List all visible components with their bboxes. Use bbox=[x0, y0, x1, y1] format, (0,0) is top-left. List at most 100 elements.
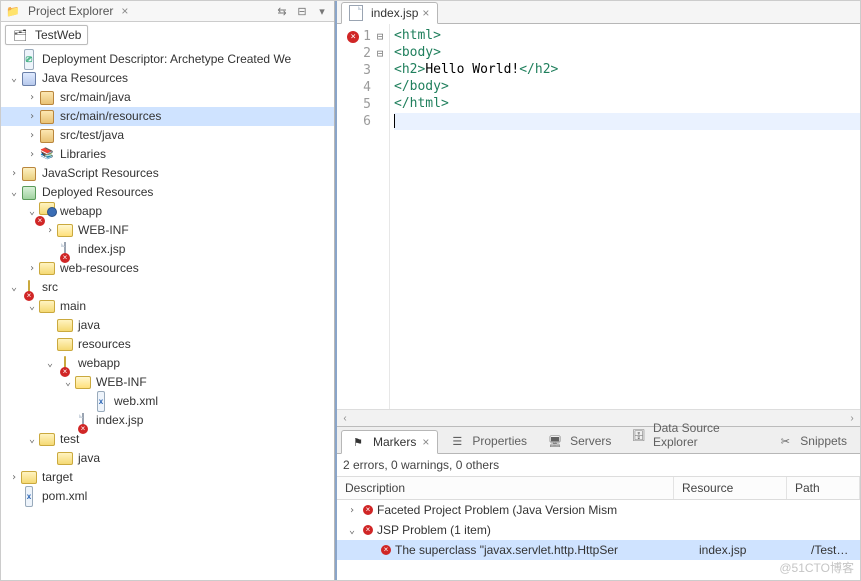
tree-node[interactable]: xpom.xml bbox=[1, 487, 334, 506]
tree-node[interactable]: ›target bbox=[1, 468, 334, 487]
node-label: webapp bbox=[76, 354, 122, 373]
node-icon bbox=[57, 337, 73, 353]
close-icon[interactable]: × bbox=[422, 6, 429, 20]
tree-node[interactable]: ⌄main bbox=[1, 297, 334, 316]
node-label: Java Resources bbox=[40, 69, 130, 88]
view-menu-icon[interactable]: ▾ bbox=[314, 3, 330, 19]
code-line[interactable]: </html> bbox=[394, 96, 860, 113]
panel-tab-properties[interactable]: ☰ Properties bbox=[440, 429, 536, 453]
expand-icon[interactable]: › bbox=[7, 164, 21, 183]
fold-icon[interactable]: ⊟ bbox=[375, 47, 385, 60]
tree-node[interactable]: resources bbox=[1, 335, 334, 354]
project-tree[interactable]: ⎚Deployment Descriptor: Archetype Create… bbox=[1, 48, 334, 580]
node-icon: 📚 bbox=[39, 147, 55, 163]
scroll-left-icon[interactable]: ‹ bbox=[337, 410, 353, 426]
code-line[interactable]: <html> bbox=[394, 28, 860, 45]
tree-node[interactable]: ⌄×src bbox=[1, 278, 334, 297]
expand-icon[interactable]: ⌄ bbox=[43, 354, 57, 373]
panel-tab-markers[interactable]: ⚑Markers× bbox=[341, 430, 438, 454]
tab-icon: ⚑ bbox=[350, 434, 366, 450]
expand-icon[interactable]: ⌄ bbox=[7, 69, 21, 88]
ide-root: 📁 Project Explorer × ⇆ ⊟ ▾ 🗂 TestWeb ⎚De… bbox=[0, 0, 861, 581]
fold-icon[interactable]: ⊟ bbox=[375, 30, 385, 43]
expand-icon[interactable]: ⌄ bbox=[25, 430, 39, 449]
markers-header-row: Description Resource Path bbox=[337, 477, 860, 500]
jsp-file-icon bbox=[348, 5, 364, 21]
code-line[interactable]: </body> bbox=[394, 79, 860, 96]
node-label: WEB-INF bbox=[76, 221, 131, 240]
problems-panel: ⚑Markers×☰Properties🖥Servers🗄Data Source… bbox=[337, 427, 860, 580]
close-icon[interactable]: × bbox=[121, 4, 128, 18]
expand-icon[interactable]: ⌄ bbox=[345, 525, 359, 536]
error-icon: × bbox=[381, 545, 391, 555]
node-label: src/main/java bbox=[58, 88, 133, 107]
marker-row[interactable]: ›×Faceted Project Problem (Java Version … bbox=[337, 500, 860, 520]
explorer-header: 📁 Project Explorer × ⇆ ⊟ ▾ bbox=[1, 1, 334, 22]
project-tab[interactable]: 🗂 TestWeb bbox=[5, 25, 88, 45]
tree-node[interactable]: ×index.jsp bbox=[1, 411, 334, 430]
expand-icon[interactable]: ⌄ bbox=[7, 278, 21, 297]
marker-row[interactable]: ⌄×JSP Problem (1 item) bbox=[337, 520, 860, 540]
error-marker-icon[interactable]: × bbox=[347, 31, 359, 43]
col-resource[interactable]: Resource bbox=[674, 477, 787, 499]
code-line[interactable]: <h2>Hello World!</h2> bbox=[394, 62, 860, 79]
expand-icon[interactable]: › bbox=[25, 88, 39, 107]
expand-icon[interactable]: ⌄ bbox=[7, 183, 21, 202]
code-line[interactable] bbox=[394, 113, 860, 130]
tree-node[interactable]: ⎚Deployment Descriptor: Archetype Create… bbox=[1, 50, 334, 69]
node-label: index.jsp bbox=[76, 240, 127, 259]
expand-icon[interactable]: › bbox=[7, 468, 21, 487]
tree-node[interactable]: xweb.xml bbox=[1, 392, 334, 411]
tree-node[interactable]: ⌄Deployed Resources bbox=[1, 183, 334, 202]
tree-node[interactable]: ›web-resources bbox=[1, 259, 334, 278]
tree-node[interactable]: › WEB-INF bbox=[1, 221, 334, 240]
code-line[interactable]: <body> bbox=[394, 45, 860, 62]
tree-node[interactable]: ⌄ Java Resources bbox=[1, 69, 334, 88]
panel-tabstrip: ⚑Markers×☰Properties🖥Servers🗄Data Source… bbox=[337, 427, 860, 454]
col-path[interactable]: Path bbox=[787, 477, 860, 499]
scroll-right-icon[interactable]: › bbox=[844, 410, 860, 426]
expand-icon[interactable]: › bbox=[345, 505, 359, 516]
line-number: 3 bbox=[363, 63, 371, 78]
tree-node[interactable]: ×index.jsp bbox=[1, 240, 334, 259]
node-icon bbox=[21, 166, 37, 182]
panel-tab-servers[interactable]: 🖥Servers bbox=[538, 429, 620, 453]
link-with-editor-icon[interactable]: ⇆ bbox=[274, 3, 290, 19]
node-icon bbox=[21, 470, 37, 486]
tree-node[interactable]: ›📚Libraries bbox=[1, 145, 334, 164]
expand-icon[interactable]: › bbox=[25, 259, 39, 278]
project-icon: 🗂 bbox=[12, 27, 28, 43]
tree-node[interactable]: ⌄×webapp bbox=[1, 202, 334, 221]
tab-label: Properties bbox=[472, 434, 527, 448]
tree-node[interactable]: ⌄test bbox=[1, 430, 334, 449]
expand-icon[interactable]: › bbox=[43, 221, 57, 240]
tree-node[interactable]: java bbox=[1, 316, 334, 335]
line-number: 5 bbox=[363, 97, 371, 112]
collapse-all-icon[interactable]: ⊟ bbox=[294, 3, 310, 19]
expand-icon[interactable]: › bbox=[25, 107, 39, 126]
node-icon bbox=[39, 261, 55, 277]
tree-node[interactable]: ›src/main/resources bbox=[1, 107, 334, 126]
marker-row[interactable]: ×The superclass "javax.servlet.http.Http… bbox=[337, 540, 860, 560]
tree-node[interactable]: java bbox=[1, 449, 334, 468]
code-editor[interactable]: ×1⊟2⊟3456 <html><body><h2>Hello World!</… bbox=[337, 24, 860, 409]
editor-tab[interactable]: index.jsp × bbox=[341, 2, 438, 24]
node-icon bbox=[21, 71, 37, 87]
close-icon[interactable]: × bbox=[422, 435, 429, 449]
col-description[interactable]: Description bbox=[337, 477, 674, 499]
panel-tab-data-source-explorer[interactable]: 🗄Data Source Explorer bbox=[622, 417, 766, 453]
tree-node[interactable]: ⌄×webapp bbox=[1, 354, 334, 373]
markers-table[interactable]: Description Resource Path ›×Faceted Proj… bbox=[337, 476, 860, 580]
explorer-toolbar: 🗂 TestWeb bbox=[1, 22, 334, 48]
node-icon bbox=[75, 375, 91, 391]
tree-node[interactable]: ⌄WEB-INF bbox=[1, 373, 334, 392]
expand-icon[interactable]: › bbox=[25, 126, 39, 145]
editor-code[interactable]: <html><body><h2>Hello World!</h2></body>… bbox=[390, 24, 860, 409]
expand-icon[interactable]: › bbox=[25, 145, 39, 164]
panel-tab-snippets[interactable]: ✂Snippets bbox=[768, 429, 856, 453]
tree-node[interactable]: › src/main/java bbox=[1, 88, 334, 107]
editor-hscrollbar[interactable]: ‹ › bbox=[337, 409, 860, 426]
tree-node[interactable]: ›JavaScript Resources bbox=[1, 164, 334, 183]
tab-icon: ☰ bbox=[449, 433, 465, 449]
tree-node[interactable]: ›src/test/java bbox=[1, 126, 334, 145]
